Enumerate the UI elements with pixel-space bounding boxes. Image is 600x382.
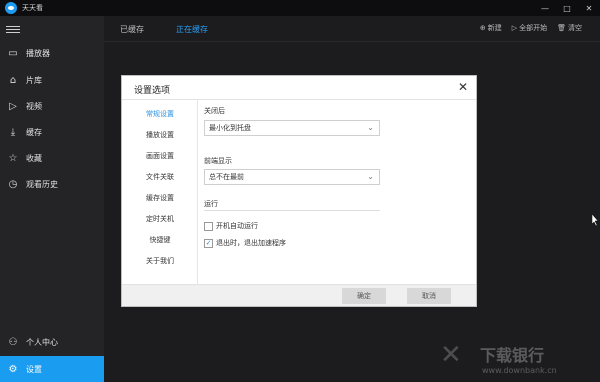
settings-nav-file-assoc[interactable]: 文件关联: [122, 172, 198, 182]
watermark-logo-icon: ✕: [440, 340, 462, 370]
video-camera-icon: ▭: [8, 47, 18, 59]
clock-icon: ◷: [8, 178, 18, 190]
sidebar-item-favorites[interactable]: ☆ 收藏: [0, 145, 104, 171]
star-icon: ☆: [8, 152, 18, 164]
divider: [204, 210, 380, 211]
close-icon[interactable]: ✕: [456, 80, 470, 94]
start-all-button[interactable]: ▷ 全部开始: [512, 23, 547, 33]
settings-nav-timer[interactable]: 定时关机: [122, 214, 198, 224]
front-display-select[interactable]: 总不在最前 ⌄: [204, 169, 380, 185]
cancel-button[interactable]: 取消: [407, 288, 451, 304]
maximize-button[interactable]: □: [556, 0, 578, 16]
sidebar-item-label: 设置: [26, 364, 42, 374]
exit-label: 退出时，退出加速程序: [216, 239, 286, 247]
sidebar-item-label: 观看历史: [26, 179, 58, 189]
auto-start-checkbox[interactable]: [204, 221, 213, 231]
tab-cached[interactable]: 已缓存: [120, 24, 144, 35]
chevron-down-icon: ⌄: [367, 123, 374, 132]
sidebar-item-label: 个人中心: [26, 337, 58, 347]
sidebar-item-label: 缓存: [26, 127, 42, 137]
dialog-title: 设置选项: [134, 86, 171, 96]
auto-start-row[interactable]: 开机自动运行: [204, 221, 258, 231]
download-icon: ⤓: [10, 126, 16, 138]
dialog-footer: 确定 取消: [122, 284, 476, 306]
ok-button[interactable]: 确定: [342, 288, 386, 304]
tab-caching[interactable]: 正在缓存: [176, 24, 208, 35]
sidebar-item-label: 片库: [26, 75, 42, 85]
exit-row[interactable]: ✓ 退出时，退出加速程序: [204, 238, 286, 248]
new-button[interactable]: ⊕ 新建: [480, 23, 502, 33]
sidebar-item-label: 视频: [26, 101, 42, 111]
home-icon: ⌂: [9, 74, 17, 86]
dialog-header: 设置选项 ✕: [122, 76, 476, 100]
settings-dialog: 设置选项 ✕ 常规设置 播放设置 画面设置 文件关联 缓存设置 定时关机 快捷键…: [122, 76, 476, 306]
title-bar: 天天看 — □ ✕: [0, 0, 600, 16]
after-close-value: 最小化到托盘: [209, 124, 251, 132]
settings-nav-playback[interactable]: 播放设置: [122, 130, 198, 140]
trash-icon: 🗑: [557, 24, 566, 32]
window-controls: — □ ✕: [534, 0, 600, 16]
after-close-label: 关闭后: [204, 107, 225, 115]
exit-checkbox[interactable]: ✓: [204, 238, 213, 248]
sidebar-item-history[interactable]: ◷ 观看历史: [0, 171, 104, 197]
close-window-button[interactable]: ✕: [578, 0, 600, 16]
minimize-button[interactable]: —: [534, 0, 556, 16]
plus-circle-icon: ⊕: [479, 24, 486, 32]
sidebar-item-video[interactable]: ▷ 视频: [0, 93, 104, 119]
settings-nav: 常规设置 播放设置 画面设置 文件关联 缓存设置 定时关机 快捷键 关于我们: [122, 100, 198, 284]
cursor-icon: [591, 213, 599, 234]
sidebar: ▭ 播放器 ⌂ 片库 ▷ 视频 ⤓ 缓存 ☆ 收藏 ◷ 观看历史 ⚇ 个人中心 …: [0, 16, 104, 382]
gear-icon: ⚙: [8, 363, 18, 375]
sidebar-item-cache[interactable]: ⤓ 缓存: [0, 119, 104, 145]
watermark-brand: 下载银行: [480, 346, 545, 365]
general-settings-panel: 关闭后 最小化到托盘 ⌄ 前端显示 总不在最前 ⌄ 运行 开机自动运行 ✓ 退出…: [202, 100, 472, 284]
auto-start-label: 开机自动运行: [216, 222, 258, 230]
sidebar-item-label: 播放器: [26, 48, 50, 58]
play-icon: ▷: [511, 24, 518, 32]
eye-logo-icon: [5, 2, 17, 14]
sidebar-item-profile[interactable]: ⚇ 个人中心: [0, 329, 104, 355]
sidebar-item-player[interactable]: ▭ 播放器: [0, 40, 104, 66]
sidebar-item-label: 收藏: [26, 153, 42, 163]
play-circle-icon: ▷: [9, 100, 17, 112]
user-icon: ⚇: [8, 336, 18, 348]
sidebar-item-library[interactable]: ⌂ 片库: [0, 67, 104, 93]
top-actions: ⊕ 新建 ▷ 全部开始 🗑 清空: [480, 23, 582, 33]
watermark: ✕ 下载银行 www.downbank.cn: [440, 340, 600, 382]
settings-nav-display[interactable]: 画面设置: [122, 151, 198, 161]
front-display-label: 前端显示: [204, 157, 232, 165]
download-tabs-bar: 已缓存 正在缓存 ⊕ 新建 ▷ 全部开始 🗑 清空: [104, 16, 600, 42]
clear-button[interactable]: 🗑 清空: [557, 23, 582, 33]
settings-nav-about[interactable]: 关于我们: [122, 256, 198, 266]
app-title: 天天看: [22, 4, 43, 12]
chevron-down-icon: ⌄: [367, 172, 374, 181]
settings-nav-cache[interactable]: 缓存设置: [122, 193, 198, 203]
watermark-url: www.downbank.cn: [482, 366, 557, 375]
sidebar-item-settings[interactable]: ⚙ 设置: [0, 356, 104, 382]
run-section-label: 运行: [204, 200, 218, 208]
front-display-value: 总不在最前: [209, 173, 244, 181]
hamburger-menu-icon[interactable]: [6, 24, 20, 36]
settings-nav-shortcuts[interactable]: 快捷键: [122, 235, 198, 245]
settings-nav-general[interactable]: 常规设置: [122, 109, 198, 119]
after-close-select[interactable]: 最小化到托盘 ⌄: [204, 120, 380, 136]
